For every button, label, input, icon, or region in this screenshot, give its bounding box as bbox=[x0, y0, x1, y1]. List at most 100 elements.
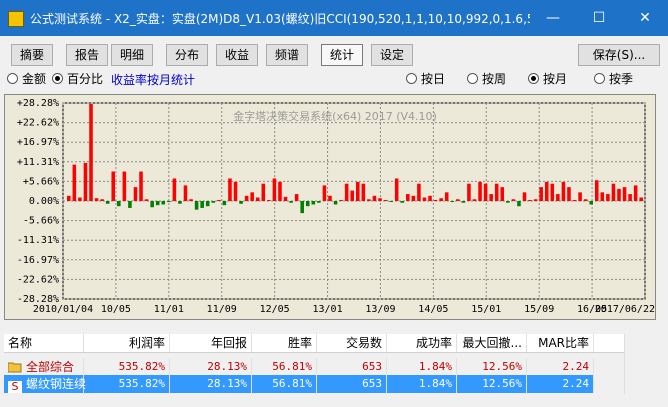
save-button[interactable]: 保存(S)... bbox=[578, 44, 660, 66]
minimize-button[interactable]: — bbox=[530, 0, 576, 36]
tab-settings[interactable]: 设定 bbox=[371, 44, 413, 66]
bar bbox=[233, 181, 238, 201]
radio-label: 按月 bbox=[543, 72, 568, 86]
table-row[interactable]: 全部综合 535.82% 28.13% 56.81% 653 1.84% 12.… bbox=[4, 358, 594, 376]
x-tick-label: 15/09 bbox=[524, 304, 554, 315]
bar bbox=[200, 201, 204, 208]
col-header-annual-return[interactable]: 年回报 bbox=[170, 334, 252, 352]
row-name-cell: S 螺纹钢连续 bbox=[4, 375, 86, 393]
radio-by-week[interactable]: 按周 bbox=[467, 71, 506, 87]
maximize-button[interactable]: ☐ bbox=[576, 0, 622, 36]
bar bbox=[606, 194, 610, 201]
bar bbox=[500, 187, 505, 201]
radio-label: 按周 bbox=[482, 72, 507, 86]
radio-by-month[interactable]: 按月 bbox=[528, 71, 567, 87]
bar bbox=[272, 178, 277, 201]
tab-report[interactable]: 报告 bbox=[66, 44, 108, 66]
bar bbox=[350, 190, 354, 201]
bar bbox=[111, 171, 116, 201]
returns-chart: 金字塔决策交易系统(x64) 2017 (V4.10) +28.28% +22.6… bbox=[4, 94, 656, 320]
row-name-cell: 全部综合 bbox=[4, 358, 84, 376]
bar bbox=[433, 199, 438, 201]
bar bbox=[139, 171, 143, 201]
bar bbox=[428, 195, 432, 201]
bar bbox=[522, 192, 527, 201]
bar bbox=[261, 183, 266, 201]
bar bbox=[400, 201, 405, 203]
radio-by-quarter[interactable]: 按季 bbox=[594, 71, 633, 87]
table-scrollbar[interactable] bbox=[624, 334, 642, 394]
bar bbox=[550, 183, 555, 201]
folder-icon bbox=[8, 361, 22, 373]
bar bbox=[567, 187, 571, 201]
col-header-win-rate[interactable]: 胜率 bbox=[252, 334, 317, 352]
tab-details[interactable]: 明细 bbox=[111, 44, 153, 66]
col-header-max-drawdown[interactable]: 最大回撤... bbox=[457, 334, 527, 352]
x-tick-label: 2017/06/22 bbox=[595, 304, 655, 315]
x-tick-label: 2010/01/04 bbox=[33, 304, 93, 315]
bar bbox=[222, 201, 227, 206]
bar bbox=[322, 185, 327, 201]
y-tick-label: +28.28% bbox=[17, 98, 59, 109]
y-tick-label: -22.62% bbox=[17, 274, 59, 285]
bar bbox=[461, 201, 466, 203]
bar bbox=[194, 201, 199, 210]
cell-mar-ratio: 2.24 bbox=[527, 375, 594, 393]
bar bbox=[561, 181, 566, 201]
tab-summary[interactable]: 摘要 bbox=[11, 44, 53, 66]
bar bbox=[600, 192, 605, 201]
radio-label: 按日 bbox=[421, 72, 446, 86]
bar bbox=[633, 185, 638, 201]
bar bbox=[506, 201, 510, 203]
bar bbox=[155, 201, 160, 206]
radio-label: 金额 bbox=[22, 72, 47, 86]
col-header-name[interactable]: 名称 bbox=[4, 334, 84, 352]
bar bbox=[150, 201, 154, 208]
bar bbox=[372, 195, 377, 201]
bar bbox=[78, 197, 82, 201]
tab-spectrum[interactable]: 频谱 bbox=[266, 44, 308, 66]
bar bbox=[378, 198, 382, 201]
x-tick-label: 14/05 bbox=[418, 304, 448, 315]
radio-percent[interactable]: 百分比 bbox=[52, 71, 103, 87]
close-button[interactable]: ✕ bbox=[622, 0, 668, 36]
monthly-stats-link[interactable]: 收益率按月统计 bbox=[111, 71, 195, 88]
bar bbox=[389, 201, 393, 203]
bar bbox=[311, 201, 316, 205]
cell-success-rate: 1.84% bbox=[387, 358, 457, 376]
s-strategy-icon: S bbox=[8, 381, 22, 393]
radio-amount[interactable]: 金额 bbox=[7, 71, 46, 87]
bar bbox=[611, 183, 616, 201]
col-header-profit-rate[interactable]: 利润率 bbox=[84, 334, 170, 352]
y-tick-label: +5.66% bbox=[23, 176, 59, 187]
bar bbox=[328, 195, 332, 201]
tab-returns[interactable]: 收益 bbox=[216, 44, 258, 66]
radio-dot bbox=[594, 73, 605, 84]
bar bbox=[639, 197, 643, 201]
tab-distribution[interactable]: 分布 bbox=[166, 44, 208, 66]
bar bbox=[622, 187, 627, 201]
cell-success-rate: 1.84% bbox=[387, 375, 457, 393]
x-tick-label: 10/05 bbox=[101, 304, 131, 315]
table-row-selected[interactable]: S 螺纹钢连续 535.82% 28.13% 56.81% 653 1.84% 1… bbox=[4, 375, 594, 393]
tab-statistics[interactable]: 统计 bbox=[321, 44, 363, 66]
col-header-mar-ratio[interactable]: MAR比率 bbox=[527, 334, 594, 352]
x-tick-label: 11/09 bbox=[207, 304, 237, 315]
row-name: 全部综合 bbox=[26, 360, 75, 374]
radio-dot bbox=[7, 73, 18, 84]
col-header-trade-count[interactable]: 交易数 bbox=[317, 334, 387, 352]
bar bbox=[278, 181, 282, 201]
radio-by-day[interactable]: 按日 bbox=[406, 71, 445, 87]
bar bbox=[361, 183, 366, 201]
bar bbox=[594, 180, 599, 201]
bar bbox=[122, 171, 127, 201]
bar bbox=[367, 199, 371, 201]
bar bbox=[406, 194, 410, 201]
bar bbox=[383, 199, 388, 201]
bar bbox=[472, 199, 477, 201]
col-header-success-rate[interactable]: 成功率 bbox=[387, 334, 457, 352]
bar bbox=[356, 181, 360, 201]
cell-win-rate: 56.81% bbox=[252, 375, 317, 393]
bar bbox=[172, 178, 177, 201]
y-tick-label: +16.97% bbox=[17, 137, 59, 148]
